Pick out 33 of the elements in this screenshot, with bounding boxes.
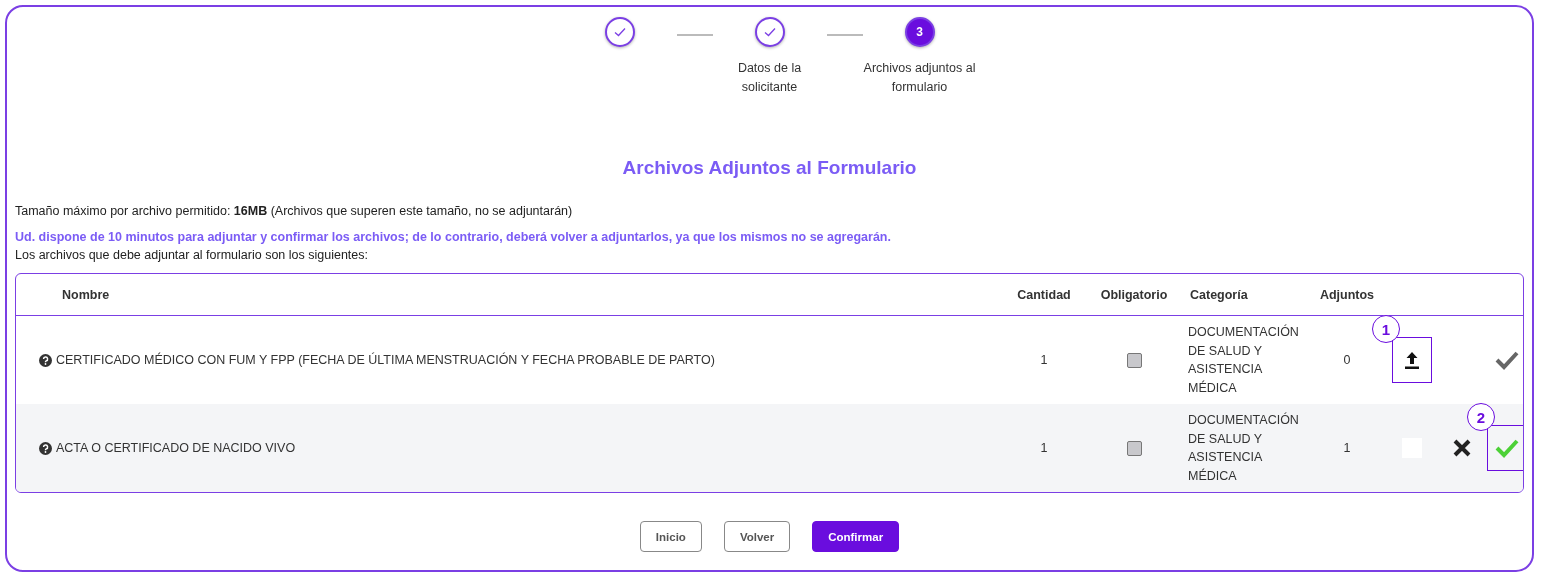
help-icon[interactable] (39, 441, 52, 455)
column-header: Cantidad (1016, 287, 1072, 302)
column-header: Categoría (1189, 287, 1249, 302)
action-button[interactable]: Volver (723, 521, 791, 552)
column-header: Obligatorio (1099, 287, 1169, 302)
category-cell-text: DOCUMENTACIÓN DE SALUD Y ASISTENCIA MÉDICA (1187, 323, 1300, 397)
page-title: Archivos Adjuntos al Formulario (621, 157, 918, 179)
file-name: ACTA O CERTIFICADO DE NACIDO VIVO (56, 441, 296, 455)
attachments-count: 0 (1343, 353, 1351, 367)
attachments-count: 1 (1343, 441, 1351, 455)
callout-number: 2 (1467, 403, 1495, 431)
quantity-cell: 1 (1040, 441, 1048, 455)
action-button[interactable]: Inicio (639, 521, 702, 552)
help-icon[interactable] (39, 353, 52, 367)
step-circle: 3 (904, 17, 935, 47)
notice-text: Los archivos que debe adjuntar al formulario son los siguientes: (15, 247, 369, 263)
category-cell-text: DOCUMENTACIÓN DE SALUD Y ASISTENCIA MÉDICA (1187, 411, 1300, 485)
check-icon[interactable] (1495, 438, 1519, 458)
column-header: Adjuntos (1318, 287, 1376, 302)
column-header: Nombre (61, 287, 111, 302)
check-icon[interactable] (1495, 350, 1519, 370)
step-label: Datos de la solicitante (736, 60, 803, 96)
check-icon (613, 27, 626, 37)
file-name: CERTIFICADO MÉDICO CON FUM Y FPP (FECHA DE ÚLTIMA MENSTRUACIÓN Y FECHA PROBABLE DE PARTO) (56, 353, 715, 367)
action-button[interactable]: Confirmar (812, 521, 900, 552)
step-label: Archivos adjuntos al formulario (863, 60, 976, 96)
callout-number: 1 (1372, 315, 1400, 343)
upload-icon[interactable] (1404, 350, 1420, 370)
quantity-cell: 1 (1040, 353, 1048, 367)
check-icon (763, 27, 776, 37)
notice-text: Ud. dispone de 10 minutos para adjuntar y confirmar los archivos; de lo contrario, deberá volver a adjuntarlos, ya que los mismos no se agregarán. (15, 229, 892, 245)
close-icon[interactable] (1453, 439, 1471, 457)
notice-text: Tamaño máximo por archivo permitido: 16MB (Archivos que superen este tamaño, no se adjuntarán) (15, 203, 574, 219)
